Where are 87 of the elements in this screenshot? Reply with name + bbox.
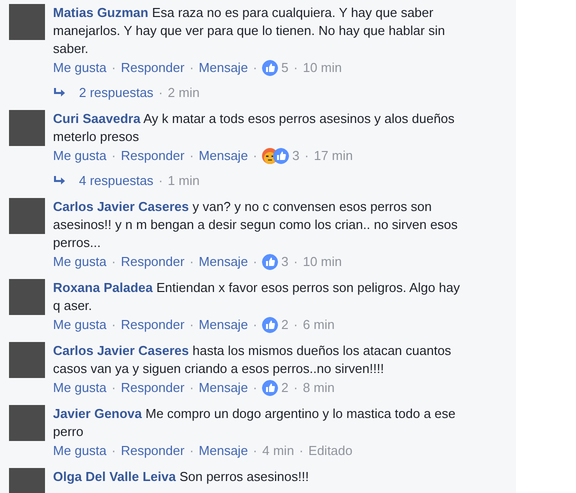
timestamp[interactable]: 8 min xyxy=(302,379,335,397)
avatar-photo[interactable] xyxy=(9,405,45,441)
replies-link[interactable]: 2 respuestas xyxy=(79,84,154,102)
action-link[interactable]: Responder xyxy=(120,316,184,334)
reaction-count[interactable]: 2 xyxy=(281,316,288,334)
action-link[interactable]: Mensaje xyxy=(198,253,248,271)
action-link[interactable]: Responder xyxy=(120,442,184,460)
avatar-photo[interactable] xyxy=(9,279,45,315)
separator-dot: · xyxy=(158,84,163,102)
action-link[interactable]: Me gusta xyxy=(53,253,106,271)
separator-dot: · xyxy=(189,147,194,165)
comment-text: Roxana Paladea Entiendan x favor esos perros son peligros. Algo hay q aser. xyxy=(53,279,461,315)
separator-dot: · xyxy=(304,147,309,165)
timestamp[interactable]: 2 min xyxy=(168,84,200,102)
action-link[interactable]: Mensaje xyxy=(198,442,248,460)
comment-text: Carlos Javier Caseres hasta los mismos dueños los atacan cuantos casos van ya y siguen criando a esos perros..no sirven!!!! xyxy=(53,342,452,378)
separator-dot: · xyxy=(189,442,194,460)
separator-dot: · xyxy=(294,253,298,271)
timestamp[interactable]: 1 min xyxy=(168,172,200,190)
replies-link[interactable]: 4 respuestas xyxy=(79,172,154,190)
separator-dot: · xyxy=(294,379,298,397)
timestamp[interactable]: 10 min xyxy=(302,253,342,271)
reaction-count[interactable]: 3 xyxy=(292,147,300,165)
separator-dot: · xyxy=(111,379,116,397)
like-reaction-icon xyxy=(262,60,278,76)
action-link[interactable]: Mensaje xyxy=(198,147,248,165)
author-link[interactable]: Carlos Javier Caseres xyxy=(53,199,189,214)
action-link[interactable]: Responder xyxy=(120,379,184,397)
comment-text: Olga Del Valle Leiva Son perros asesinos!!! xyxy=(53,468,310,486)
separator-dot: · xyxy=(111,316,116,334)
reply-arrow-icon xyxy=(54,88,66,98)
separator-dot: · xyxy=(252,147,258,165)
timestamp[interactable]: 17 min xyxy=(314,147,353,165)
separator-dot: · xyxy=(294,316,298,334)
separator-dot: · xyxy=(252,442,258,460)
timestamp[interactable]: 10 min xyxy=(302,59,342,77)
timestamp[interactable]: 4 min xyxy=(262,442,294,460)
action-link[interactable]: Me gusta xyxy=(53,59,106,77)
comment-text: Matias Guzman Esa raza no es para cualquiera. Y hay que saber manejarlos. Y hay que ver para que lo tienen. No hay que hablar sin saber. xyxy=(53,4,446,58)
avatar-photo[interactable] xyxy=(9,198,45,234)
author-link[interactable]: Roxana Paladea xyxy=(53,280,153,295)
separator-dot: · xyxy=(111,442,116,460)
separator-dot: · xyxy=(299,442,304,460)
author-link[interactable]: Carlos Javier Caseres xyxy=(53,343,189,358)
separator-dot: · xyxy=(252,379,258,397)
like-reaction-icon xyxy=(262,317,278,333)
separator-dot: · xyxy=(111,59,116,77)
action-link[interactable]: Me gusta xyxy=(53,147,106,165)
like-reaction-icon xyxy=(262,254,278,270)
author-link[interactable]: Javier Genova xyxy=(53,406,142,421)
separator-dot: · xyxy=(252,253,258,271)
separator-dot: · xyxy=(111,253,116,271)
separator-dot: · xyxy=(189,379,194,397)
action-link[interactable]: Responder xyxy=(120,59,184,77)
action-link[interactable]: Mensaje xyxy=(198,316,248,334)
comment-text: Carlos Javier Caseres y van? y no c convensen esos perros son asesinos!! y n m bengan a desir segun como los crian.. no sirven esos perros... xyxy=(53,198,459,252)
action-link[interactable]: Responder xyxy=(120,147,184,165)
separator-dot: · xyxy=(158,172,163,190)
reaction-count[interactable]: 5 xyxy=(281,59,288,77)
separator-dot: · xyxy=(189,253,194,271)
action-link[interactable]: Me gusta xyxy=(53,316,106,334)
separator-dot: · xyxy=(189,59,194,77)
separator-dot: · xyxy=(294,59,298,77)
reaction-count[interactable]: 3 xyxy=(281,253,288,271)
avatar-photo[interactable] xyxy=(9,4,45,40)
action-link[interactable]: Responder xyxy=(120,253,184,271)
action-link[interactable]: Mensaje xyxy=(198,59,248,77)
action-link[interactable]: Mensaje xyxy=(198,379,248,397)
author-link[interactable]: Matias Guzman xyxy=(53,5,148,20)
reply-arrow-icon xyxy=(54,176,66,186)
like-reaction-icon xyxy=(262,380,278,396)
separator-dot: · xyxy=(111,147,116,165)
action-link[interactable]: Me gusta xyxy=(53,442,106,460)
avatar-photo[interactable] xyxy=(9,110,45,146)
separator-dot: · xyxy=(252,59,258,77)
avatar-photo[interactable] xyxy=(9,342,45,378)
action-link[interactable]: Me gusta xyxy=(53,379,106,397)
reaction-count[interactable]: 2 xyxy=(281,379,288,397)
comment-text: Javier Genova Me compro un dogo argentino y lo mastica todo a ese perro xyxy=(53,405,457,441)
separator-dot: · xyxy=(189,316,194,334)
edited-label[interactable]: Editado xyxy=(308,442,352,460)
author-link[interactable]: Olga Del Valle Leiva xyxy=(53,469,176,484)
timestamp[interactable]: 6 min xyxy=(302,316,335,334)
comment-text: Curi Saavedra Ay k matar a tods esos perros asesinos y alos dueños meterlo presos xyxy=(53,110,456,146)
like-reaction-icon xyxy=(273,148,290,164)
separator-dot: · xyxy=(252,316,258,334)
author-link[interactable]: Curi Saavedra xyxy=(53,111,140,126)
